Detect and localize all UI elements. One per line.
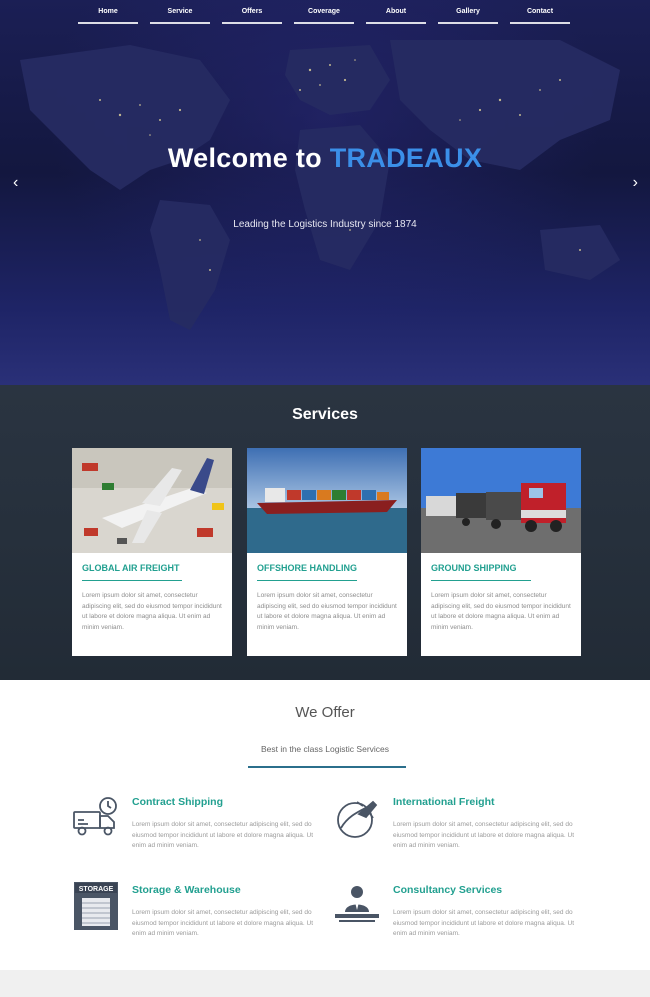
nav-coverage[interactable]: Coverage <box>294 0 354 24</box>
nav-offers[interactable]: Offers <box>222 0 282 24</box>
service-card-text: Lorem ipsum dolor sit amet, consectetur … <box>82 592 222 632</box>
hero-title-prefix: Welcome to <box>167 143 322 173</box>
offer-item-text: Lorem ipsum dolor sit amet, consectetur … <box>132 909 314 938</box>
air-freight-image <box>72 448 232 553</box>
offer-item-title: Consultancy Services <box>393 884 503 896</box>
offer-item-storage-warehouse[interactable]: STORAGE Storage & Warehouse Lorem ipsum … <box>72 882 332 962</box>
offshore-ship-image <box>247 448 407 553</box>
storage-warehouse-icon: STORAGE <box>72 882 120 930</box>
hero-banner: Home Service Offers Coverage About Galle… <box>0 0 650 385</box>
carousel-prev-icon[interactable]: ‹ <box>13 174 18 192</box>
offer-divider <box>248 766 406 768</box>
offer-section: We Offer Best in the class Logistic Serv… <box>0 680 650 970</box>
offer-item-text: Lorem ipsum dolor sit amet, consectetur … <box>132 821 314 850</box>
services-title: Services <box>292 406 358 423</box>
offer-item-title: Storage & Warehouse <box>132 884 241 896</box>
consultant-desk-icon <box>333 882 381 930</box>
offer-subtitle: Best in the class Logistic Services <box>260 744 390 754</box>
hero-subtitle: Leading the Logistics Industry since 187… <box>233 219 417 230</box>
offer-item-title: Contract Shipping <box>132 796 223 808</box>
service-card-air[interactable]: GLOBAL AIR FREIGHT Lorem ipsum dolor sit… <box>72 448 232 656</box>
nav-service[interactable]: Service <box>150 0 210 24</box>
nav-home[interactable]: Home <box>78 0 138 24</box>
offer-item-title: International Freight <box>393 796 495 808</box>
offer-item-contract-shipping[interactable]: Contract Shipping Lorem ipsum dolor sit … <box>72 794 332 874</box>
offer-item-text: Lorem ipsum dolor sit amet, consectetur … <box>393 821 575 850</box>
offer-item-text: Lorem ipsum dolor sit amet, consectetur … <box>393 909 575 938</box>
service-card-title: GROUND SHIPPING <box>431 563 531 581</box>
storage-label: STORAGE <box>79 886 114 893</box>
globe-airplane-icon <box>333 794 381 842</box>
offer-item-consultancy[interactable]: Consultancy Services Lorem ipsum dolor s… <box>333 882 593 962</box>
world-map-night-image <box>20 40 620 330</box>
hero-brand-name: TRADEAUX <box>329 143 483 173</box>
hero-title: Welcome to TRADEAUX <box>0 143 650 174</box>
service-card-ground[interactable]: GROUND SHIPPING Lorem ipsum dolor sit am… <box>421 448 581 656</box>
service-card-offshore[interactable]: OFFSHORE HANDLING Lorem ipsum dolor sit … <box>247 448 407 656</box>
offer-item-international-freight[interactable]: International Freight Lorem ipsum dolor … <box>333 794 593 874</box>
nav-about[interactable]: About <box>366 0 426 24</box>
ground-trucks-image <box>421 448 581 553</box>
main-nav: Home Service Offers Coverage About Galle… <box>78 0 570 24</box>
services-section: Services GLOBAL AIR FREIGHT Lorem ipsum … <box>0 385 650 680</box>
carousel-next-icon[interactable]: › <box>633 174 638 192</box>
nav-gallery[interactable]: Gallery <box>438 0 498 24</box>
footer-strip <box>0 970 650 997</box>
service-card-text: Lorem ipsum dolor sit amet, consectetur … <box>257 592 397 632</box>
delivery-truck-clock-icon <box>72 794 120 842</box>
nav-contact[interactable]: Contact <box>510 0 570 24</box>
service-card-title: OFFSHORE HANDLING <box>257 563 357 581</box>
offer-title: We Offer <box>295 704 355 721</box>
service-card-title: GLOBAL AIR FREIGHT <box>82 563 182 581</box>
service-card-text: Lorem ipsum dolor sit amet, consectetur … <box>431 592 571 632</box>
